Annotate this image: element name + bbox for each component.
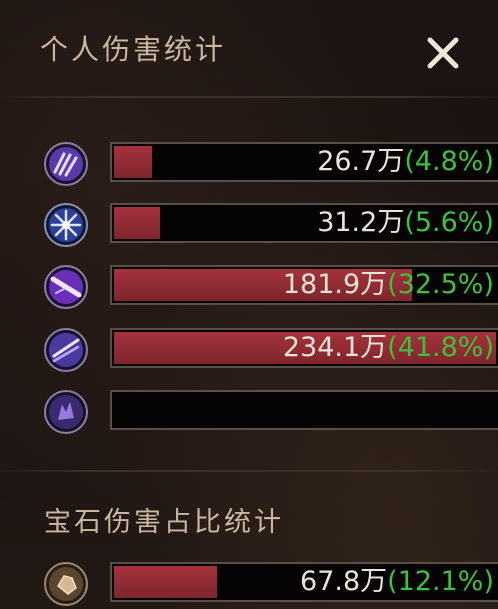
shadow-hand-icon xyxy=(44,390,88,434)
damage-bar: 67.8万(12.1%) xyxy=(110,562,498,602)
damage-stats-panel: 个人伤害统计 26.7万(4.8%) 31.2万(5.6%) 181.9万(32… xyxy=(0,0,498,609)
skill-row: 234.1万(41.8%) xyxy=(40,328,498,372)
section-divider xyxy=(0,470,498,472)
claw-icon xyxy=(44,142,88,186)
damage-value: 181.9万(32.5%) xyxy=(283,267,494,303)
skill-row: 31.2万(5.6%) xyxy=(40,203,498,247)
damage-percent: (5.6%) xyxy=(404,207,494,238)
damage-value: 234.1万(41.8%) xyxy=(283,330,494,366)
damage-percent: (4.8%) xyxy=(404,146,494,177)
damage-bar-fill xyxy=(114,207,160,239)
header-divider xyxy=(0,96,498,98)
damage-bar-fill xyxy=(114,566,217,598)
damage-bar: 181.9万(32.5%) xyxy=(110,265,498,305)
gem-row: 67.8万(12.1%) xyxy=(40,562,498,606)
damage-bar: 31.2万(5.6%) xyxy=(110,203,498,243)
damage-value: 31.2万(5.6%) xyxy=(317,205,494,241)
close-icon xyxy=(427,37,459,69)
damage-bar xyxy=(110,390,498,430)
close-button[interactable] xyxy=(420,30,466,76)
damage-amount: 31.2万 xyxy=(317,207,405,238)
damage-bar: 26.7万(4.8%) xyxy=(110,142,498,182)
damage-bar: 234.1万(41.8%) xyxy=(110,328,498,368)
skill-row: 26.7万(4.8%) xyxy=(40,142,498,186)
damage-value: 26.7万(4.8%) xyxy=(317,144,494,180)
skill-row xyxy=(40,390,498,434)
gem-icon xyxy=(44,562,88,606)
skill-row: 181.9万(32.5%) xyxy=(40,265,498,309)
damage-bar-fill xyxy=(114,146,152,178)
damage-amount: 234.1万 xyxy=(282,332,388,363)
wind-wave-icon xyxy=(44,328,88,372)
panel-title: 个人伤害统计 xyxy=(40,33,227,66)
damage-percent: (12.1%) xyxy=(387,566,494,597)
arcane-slash-icon xyxy=(44,265,88,309)
gem-section-title: 宝石伤害占比统计 xyxy=(44,507,284,538)
frost-burst-icon xyxy=(44,203,88,247)
damage-value: 67.8万(12.1%) xyxy=(300,564,494,600)
damage-amount: 67.8万 xyxy=(300,566,388,597)
damage-amount: 26.7万 xyxy=(317,146,405,177)
damage-percent: (32.5%) xyxy=(387,269,494,300)
damage-percent: (41.8%) xyxy=(387,332,494,363)
panel-header: 个人伤害统计 xyxy=(0,0,498,96)
damage-amount: 181.9万 xyxy=(282,269,388,300)
